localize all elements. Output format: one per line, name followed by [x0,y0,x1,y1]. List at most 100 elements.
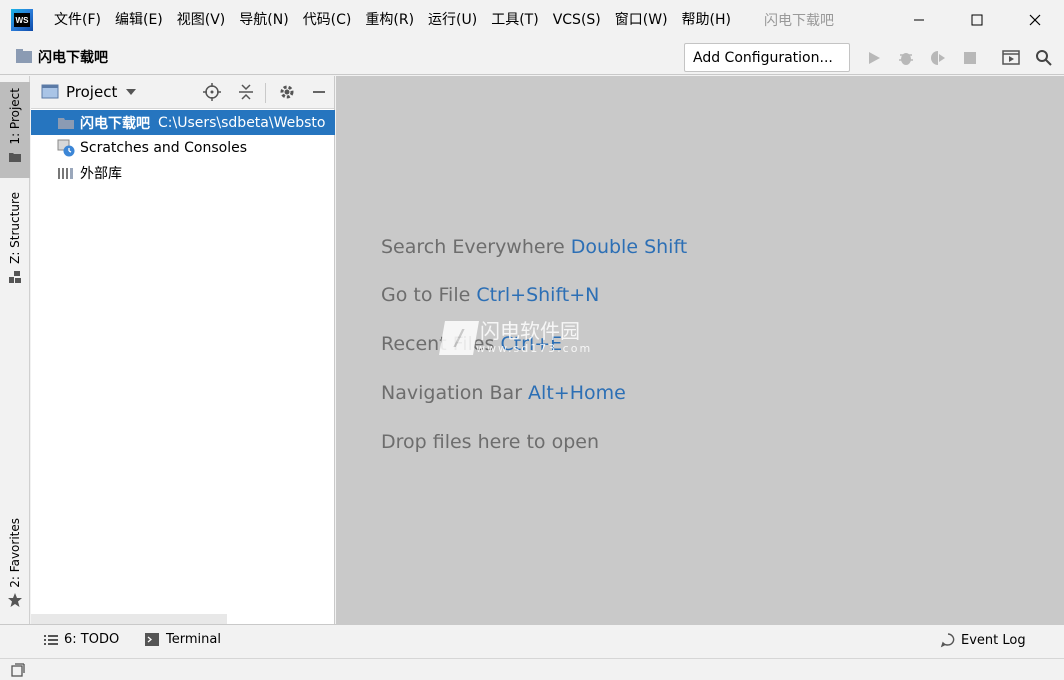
folder-icon [9,152,21,162]
locate-file-button[interactable] [202,82,222,102]
structure-icon [9,270,21,283]
breadcrumb-project[interactable]: 闪电下载吧 [38,47,108,67]
menu-refactor[interactable]: 重构(R) [358,0,421,40]
editor-area[interactable]: Search Everywhere Double Shift Go to Fil… [336,76,1064,624]
star-icon [8,592,22,607]
window-controls [890,0,1064,40]
hint-text: Drop files here to open [381,431,600,453]
menu-tools[interactable]: 工具(T) [484,0,545,40]
app-logo-text: WS [14,13,30,27]
settings-button[interactable] [277,82,297,102]
project-panel: Project 闪电下载吧 C:\Users\sdbeta\Websto Scr… [31,76,335,624]
project-view-icon [41,84,59,99]
tab-todo-label: 6: TODO [64,632,120,647]
bottom-tool-bar: 6: TODO Terminal Event Log [0,624,1064,658]
watermark-logo-icon: / [439,320,479,355]
tab-event-log[interactable]: Event Log [940,632,1026,648]
close-button[interactable] [1006,0,1064,40]
stop-icon [964,52,976,64]
project-panel-header: Project [31,76,334,109]
debug-bug-icon [899,53,913,65]
menu-edit[interactable]: 编辑(E) [108,0,170,40]
hint-drop-files: Drop files here to open [381,431,599,453]
search-everywhere-button[interactable] [1034,48,1054,68]
tree-item-path: C:\Users\sdbeta\Websto [158,114,326,131]
project-structure-button[interactable] [1001,48,1021,68]
run-button[interactable] [864,48,884,68]
hide-panel-button[interactable] [309,82,329,102]
tab-favorites[interactable]: 2: Favorites [0,514,30,614]
hint-shortcut: Ctrl+Shift+N [476,284,600,306]
hint-text: Navigation Bar [381,382,529,404]
tab-structure-label: Z: Structure [8,192,22,264]
tab-terminal[interactable]: Terminal [145,632,221,647]
library-icon [57,165,75,181]
project-view-selector[interactable]: Project [66,83,117,101]
tab-project-label: 1: Project [8,88,22,145]
hint-go-to-file: Go to File Ctrl+Shift+N [381,284,599,306]
collapse-all-icon [239,84,253,100]
maximize-icon [971,14,983,26]
menu-run[interactable]: 运行(U) [421,0,484,40]
watermark: / 闪电软件园 www.sd173.com [439,319,593,355]
tree-item-scratches[interactable]: Scratches and Consoles [31,135,335,160]
watermark-name: 闪电软件园 [480,319,580,343]
main-menu: 文件(F) 编辑(E) 视图(V) 导航(N) 代码(C) 重构(R) 运行(U… [47,0,738,40]
close-icon [1029,14,1041,26]
terminal-icon [145,633,159,646]
scratches-clock-icon [57,139,75,156]
navigation-bar: 闪电下载吧 Add Configuration... [0,40,1064,75]
minimize-button[interactable] [890,0,948,40]
hint-navigation-bar: Navigation Bar Alt+Home [381,382,626,404]
target-icon [203,83,221,101]
menu-help[interactable]: 帮助(H) [675,0,738,40]
tab-favorites-label: 2: Favorites [8,518,22,588]
menu-window[interactable]: 窗口(W) [608,0,675,40]
hint-shortcut: Alt+Home [528,382,626,404]
title-bar: WS 文件(F) 编辑(E) 视图(V) 导航(N) 代码(C) 重构(R) 运… [0,0,1064,40]
hint-text: Go to File [381,284,477,306]
window-title: 闪电下载吧 [764,13,834,29]
minimize-icon [313,91,325,93]
watermark-url: www.sd173.com [476,342,593,355]
header-divider [265,83,266,103]
maximize-button[interactable] [948,0,1006,40]
hint-text: Search Everywhere [381,236,571,258]
tree-item-name: 外部库 [80,165,122,182]
menu-code[interactable]: 代码(C) [296,0,359,40]
tree-item-name: Scratches and Consoles [80,139,247,156]
debug-button[interactable] [896,48,916,68]
left-tool-strip: 1: Project Z: Structure 2: Favorites [0,76,30,624]
collapse-all-button[interactable] [236,82,256,102]
folder-icon [16,49,32,63]
list-icon [44,634,58,645]
menu-file[interactable]: 文件(F) [47,0,108,40]
gear-icon [280,85,294,99]
tab-project[interactable]: 1: Project [0,82,30,178]
tab-todo[interactable]: 6: TODO [44,632,119,647]
coverage-button[interactable] [928,48,948,68]
toggle-tool-windows-icon[interactable] [11,663,25,677]
menu-vcs[interactable]: VCS(S) [546,0,608,40]
chevron-down-icon[interactable] [125,87,137,97]
hint-search-everywhere: Search Everywhere Double Shift [381,236,687,258]
tab-structure[interactable]: Z: Structure [0,186,30,291]
add-configuration-button[interactable]: Add Configuration... [684,43,850,72]
tree-item-project-root[interactable]: 闪电下载吧 C:\Users\sdbeta\Websto [31,110,335,135]
hint-shortcut: Double Shift [570,236,688,258]
tree-item-name: 闪电下载吧 [80,115,150,132]
speech-bubble-icon [940,633,955,648]
minimize-icon [914,19,924,21]
tab-terminal-label: Terminal [166,632,221,647]
tree-item-external-libraries[interactable]: 外部库 [31,160,335,185]
run-icon [869,52,880,64]
menu-navigate[interactable]: 导航(N) [232,0,295,40]
stop-button[interactable] [960,48,980,68]
coverage-icon [931,51,945,65]
menu-view[interactable]: 视图(V) [170,0,233,40]
horizontal-scrollbar[interactable] [31,614,227,624]
tab-event-log-label: Event Log [961,632,1026,648]
search-icon [1036,50,1052,66]
status-bar [0,658,1064,680]
webstorm-logo-icon: WS [11,9,33,31]
